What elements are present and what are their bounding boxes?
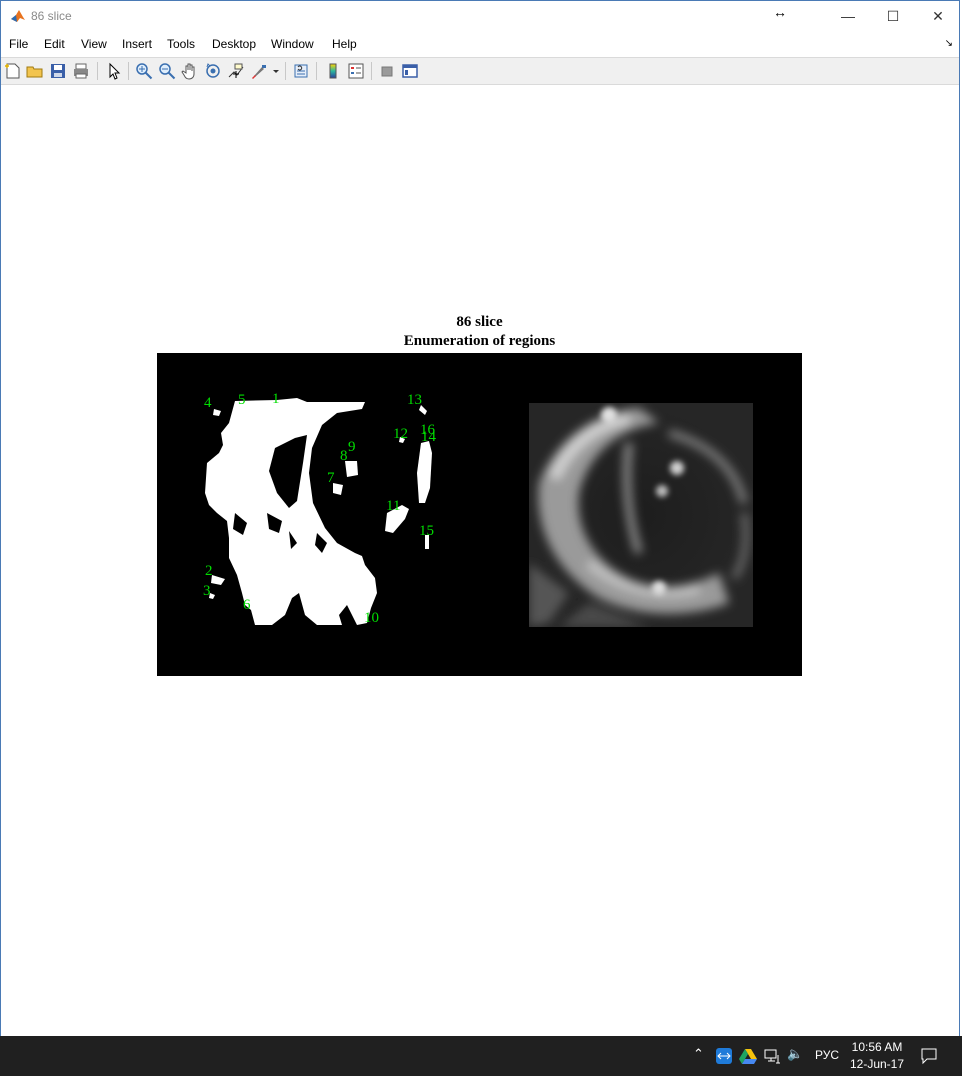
dock-figure-icon[interactable]: ↘ xyxy=(945,38,953,49)
toolbar-separator xyxy=(285,62,286,80)
maximize-button[interactable]: ☐ xyxy=(870,1,916,31)
brush-dropdown-icon[interactable] xyxy=(271,62,281,80)
region-label-13: 13 xyxy=(407,392,422,408)
toolbar-separator xyxy=(128,62,129,80)
region-label-9: 9 xyxy=(348,439,356,455)
brush-icon[interactable] xyxy=(250,62,268,80)
clock-date: 12-Jun-17 xyxy=(849,1057,905,1071)
volume-icon[interactable]: 🔈 xyxy=(787,1046,803,1062)
region-label-8: 8 xyxy=(340,448,348,464)
window-title: 86 slice xyxy=(31,9,72,23)
image-axes: 1 2 3 4 5 6 7 8 9 10 11 12 13 14 15 16 xyxy=(157,353,802,676)
link-plot-icon[interactable] xyxy=(292,62,310,80)
show-hidden-icons-icon[interactable]: ⌃ xyxy=(693,1046,704,1062)
region-label-12: 12 xyxy=(393,426,408,442)
zoom-in-icon[interactable] xyxy=(135,62,153,80)
minimize-button[interactable]: — xyxy=(825,1,871,31)
menu-tools[interactable]: Tools xyxy=(167,37,195,51)
data-cursor-icon[interactable] xyxy=(227,62,245,80)
toolbar-separator xyxy=(316,62,317,80)
new-figure-icon[interactable] xyxy=(4,62,22,80)
region-label-1: 1 xyxy=(272,391,280,407)
region-label-2: 2 xyxy=(205,563,213,579)
pan-hand-icon[interactable] xyxy=(181,62,199,80)
figure-title-line1: 86 slice xyxy=(456,314,503,330)
region-label-7: 7 xyxy=(327,470,335,486)
region-label-5: 5 xyxy=(238,392,246,408)
select-arrow-icon[interactable] xyxy=(105,62,123,80)
menu-desktop[interactable]: Desktop xyxy=(212,37,256,51)
zoom-out-icon[interactable] xyxy=(158,62,176,80)
figure-toolbar xyxy=(1,57,959,85)
input-language-indicator[interactable]: РУС xyxy=(815,1048,839,1062)
menu-view[interactable]: View xyxy=(81,37,107,51)
menu-edit[interactable]: Edit xyxy=(44,37,65,51)
clock-time: 10:56 AM xyxy=(851,1040,903,1054)
teamviewer-icon[interactable] xyxy=(715,1047,733,1065)
matlab-icon xyxy=(11,10,25,22)
region-label-15: 15 xyxy=(419,523,434,539)
close-button[interactable]: ✕ xyxy=(915,1,961,31)
region-label-3: 3 xyxy=(203,583,211,599)
menu-file[interactable]: File xyxy=(9,37,28,51)
show-plot-tools-icon[interactable] xyxy=(401,62,419,80)
figure-title-line2: Enumeration of regions xyxy=(403,333,556,349)
region-label-11: 11 xyxy=(386,498,401,514)
menu-window[interactable]: Window xyxy=(271,37,314,51)
windows-taskbar: ⌃ 🔈 РУС 10:56 AM 12-Jun-17 xyxy=(0,1036,962,1076)
region-label-6: 6 xyxy=(243,597,251,613)
save-icon[interactable] xyxy=(49,62,67,80)
legend-icon[interactable] xyxy=(347,62,365,80)
open-file-icon[interactable] xyxy=(26,62,44,80)
network-icon[interactable] xyxy=(763,1047,781,1065)
resize-cursor-icon: ↔ xyxy=(773,4,787,20)
region-label-16: 16 xyxy=(420,422,435,438)
print-icon[interactable] xyxy=(72,62,90,80)
toolbar-separator xyxy=(371,62,372,80)
menu-insert[interactable]: Insert xyxy=(122,37,152,51)
colorbar-icon[interactable] xyxy=(324,62,342,80)
menu-help[interactable]: Help xyxy=(332,37,357,51)
hide-plot-tools-icon[interactable] xyxy=(378,62,396,80)
google-drive-icon[interactable] xyxy=(739,1047,757,1065)
toolbar-separator xyxy=(97,62,98,80)
rotate-3d-icon[interactable] xyxy=(204,62,222,80)
mri-slice-image xyxy=(529,403,753,627)
region-label-4: 4 xyxy=(204,395,212,411)
menu-bar: File Edit View Insert Tools Desktop Wind… xyxy=(1,32,959,56)
action-center-icon[interactable] xyxy=(920,1047,938,1065)
system-clock[interactable]: 10:56 AM 12-Jun-17 xyxy=(846,1039,908,1073)
title-bar[interactable]: 86 slice ↔ — ☐ ✕ xyxy=(1,1,959,31)
region-label-10: 10 xyxy=(364,610,379,626)
